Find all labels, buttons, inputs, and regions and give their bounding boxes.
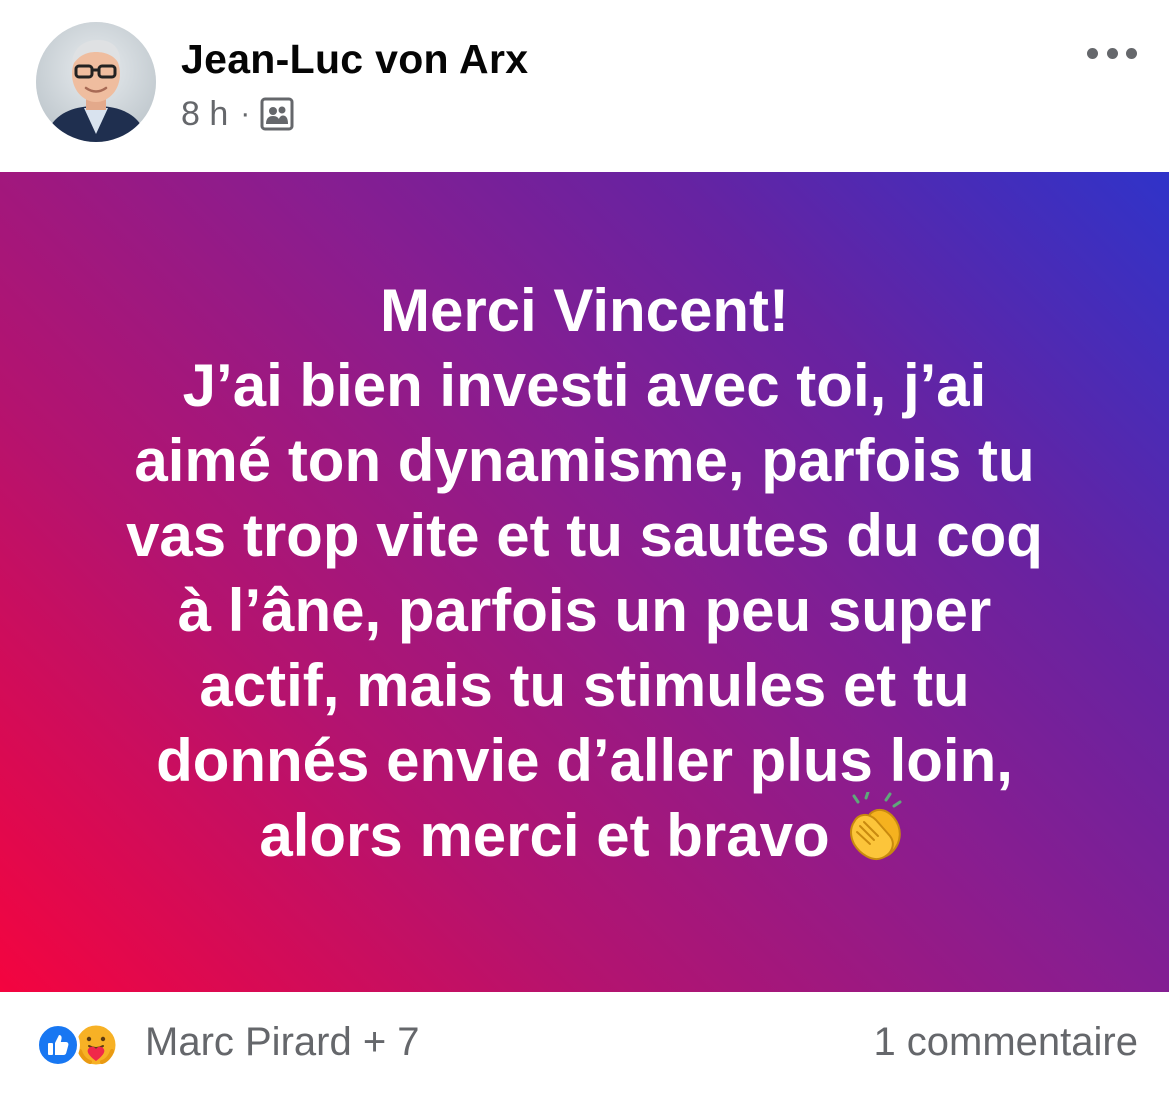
like-reaction-icon	[36, 1023, 80, 1067]
status-background: Merci Vincent! J’ai bien investi avec to…	[0, 172, 1169, 992]
more-dot	[1087, 47, 1098, 59]
status-line: à l’âne, parfois un peu super	[177, 577, 992, 645]
status-line-last: alors merci et bravo	[85, 790, 1085, 879]
status-line: alors merci et bravo	[259, 802, 830, 870]
status-line: Merci Vincent!	[379, 277, 789, 345]
post-header: Jean-Luc von Arx 8 h ·	[0, 0, 1169, 172]
author-avatar[interactable]	[36, 22, 156, 142]
status-line: vas trop vite et tu sautes du coq	[126, 502, 1043, 570]
status-line: donnés envie d’aller plus loin,	[156, 727, 1013, 795]
facebook-post: Jean-Luc von Arx 8 h · Merci Vincent! J’…	[0, 0, 1169, 1096]
meta-separator: ·	[240, 97, 251, 130]
status-text: Merci Vincent! J’ai bien investi avec to…	[85, 273, 1085, 879]
more-dot	[1126, 47, 1137, 59]
more-dot	[1106, 47, 1118, 59]
post-footer: Marc Pirard + 7 1 commentaire	[0, 992, 1169, 1096]
status-line: J’ai bien investi avec toi, j’ai	[182, 352, 987, 420]
post-meta: 8 h ·	[181, 94, 294, 134]
status-line: actif, mais tu stimules et tu	[199, 652, 970, 720]
post-time[interactable]: 8 h	[181, 95, 228, 134]
friends-audience-icon[interactable]	[260, 97, 294, 131]
comments-count[interactable]: 1 commentaire	[873, 1020, 1138, 1065]
author-name[interactable]: Jean-Luc von Arx	[181, 36, 528, 83]
reaction-icons[interactable]	[36, 1022, 120, 1068]
author-photo	[36, 22, 156, 142]
clapping-hands-emoji	[840, 790, 910, 879]
status-line: aimé ton dynamisme, parfois tu	[134, 427, 1035, 495]
reactors-text[interactable]: Marc Pirard + 7	[145, 1020, 420, 1065]
more-options-icon[interactable]	[1087, 38, 1137, 68]
